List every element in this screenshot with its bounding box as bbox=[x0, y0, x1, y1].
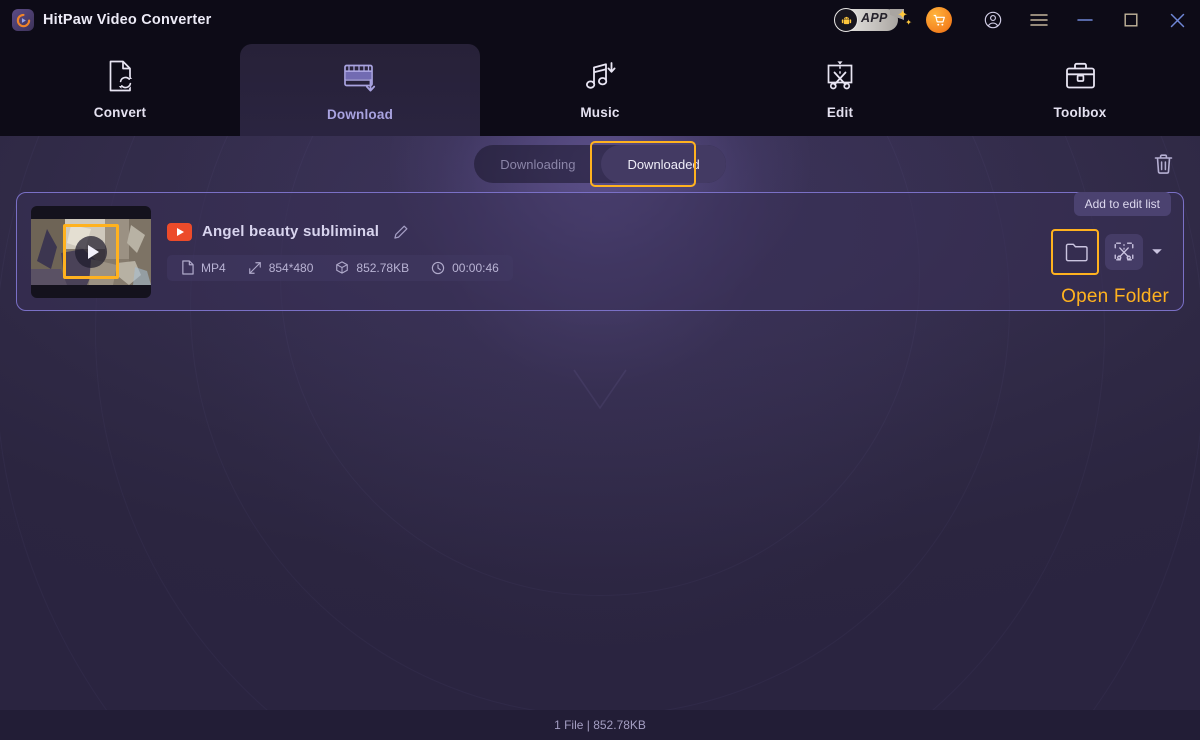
sub-tab-bar: Downloading Downloaded bbox=[0, 136, 1200, 192]
nav-item-toolbox[interactable]: Toolbox bbox=[960, 40, 1200, 136]
app-logo-group: HitPaw Video Converter bbox=[12, 9, 212, 31]
file-info: Angel beauty subliminal MP4 854*480 852.… bbox=[151, 222, 1057, 281]
minimize-icon[interactable] bbox=[1062, 0, 1108, 40]
meta-resolution-value: 854*480 bbox=[268, 260, 314, 275]
nav-label-download: Download bbox=[326, 106, 394, 122]
status-bar: 1 File | 852.78KB bbox=[0, 710, 1200, 740]
maximize-icon[interactable] bbox=[1108, 0, 1154, 40]
nav-label-toolbox: Toolbox bbox=[1053, 104, 1107, 120]
app-title: HitPaw Video Converter bbox=[43, 12, 212, 28]
app-badge-label: APP bbox=[861, 11, 888, 25]
tab-downloaded[interactable]: Downloaded bbox=[601, 145, 726, 183]
file-title: Angel beauty subliminal bbox=[202, 223, 380, 240]
nav-item-download[interactable]: Download bbox=[240, 44, 480, 136]
titlebar-actions: APP ✦ ✦ bbox=[834, 0, 1200, 40]
tab-downloading[interactable]: Downloading bbox=[474, 145, 601, 183]
youtube-icon bbox=[167, 222, 192, 241]
background-chevron bbox=[573, 369, 627, 410]
download-status-tabs: Downloading Downloaded bbox=[474, 141, 726, 187]
file-title-row: Angel beauty subliminal bbox=[167, 222, 1057, 241]
add-to-edit-list-button[interactable] bbox=[1105, 233, 1143, 270]
sparkle-small-icon: ✦ bbox=[905, 18, 912, 27]
downloaded-file-card[interactable]: Angel beauty subliminal MP4 854*480 852.… bbox=[16, 191, 1184, 311]
android-robot-icon bbox=[834, 8, 858, 32]
account-circle-icon[interactable] bbox=[970, 0, 1016, 40]
filesize-icon bbox=[336, 261, 349, 274]
add-to-edit-list-tooltip: Add to edit list bbox=[1073, 191, 1171, 216]
film-download-icon bbox=[343, 59, 378, 97]
app-window: HitPaw Video Converter APP ✦ ✦ Convert D… bbox=[0, 0, 1200, 740]
status-text: 1 File | 852.78KB bbox=[554, 718, 646, 732]
toolbox-icon bbox=[1064, 57, 1097, 95]
nav-label-edit: Edit bbox=[826, 104, 854, 120]
nav-label-music: Music bbox=[580, 104, 620, 120]
pencil-edit-icon[interactable] bbox=[393, 224, 409, 240]
content-area: Downloading Downloaded Angel beauty subl… bbox=[0, 136, 1200, 710]
nav-item-edit[interactable]: Edit bbox=[720, 40, 960, 136]
open-folder-annotation: Open Folder bbox=[1061, 286, 1169, 307]
hamburger-menu-icon[interactable] bbox=[1016, 0, 1062, 40]
nav-item-music[interactable]: Music bbox=[480, 40, 720, 136]
title-bar: HitPaw Video Converter APP ✦ ✦ bbox=[0, 0, 1200, 40]
meta-duration-value: 00:00:46 bbox=[452, 260, 499, 275]
hitpaw-logo-icon bbox=[12, 9, 34, 31]
resolution-icon bbox=[248, 261, 261, 274]
file-actions: Add to edit list bbox=[1051, 191, 1171, 275]
meta-format-value: MP4 bbox=[201, 260, 226, 275]
meta-filesize: 852.78KB bbox=[335, 260, 409, 275]
music-download-icon bbox=[583, 57, 617, 95]
trash-icon[interactable] bbox=[1148, 149, 1178, 179]
meta-resolution: 854*480 bbox=[248, 260, 314, 275]
video-thumbnail[interactable] bbox=[31, 205, 151, 298]
shopping-cart-icon[interactable] bbox=[926, 7, 952, 33]
close-icon[interactable] bbox=[1154, 0, 1200, 40]
meta-filesize-value: 852.78KB bbox=[356, 260, 410, 275]
file-icon bbox=[182, 260, 194, 275]
meta-duration: 00:00:46 bbox=[431, 261, 499, 275]
nav-label-convert: Convert bbox=[93, 104, 147, 120]
nav-item-convert[interactable]: Convert bbox=[0, 40, 240, 136]
convert-file-icon bbox=[104, 57, 137, 95]
scissors-crop-icon bbox=[823, 57, 857, 95]
meta-format: MP4 bbox=[181, 260, 226, 275]
open-folder-group bbox=[1051, 228, 1099, 275]
thumbnail-highlight bbox=[63, 223, 119, 279]
file-meta-chips: MP4 854*480 852.78KB 00:00:46 bbox=[167, 254, 513, 281]
main-nav: Convert Download Music Edit Toolbox bbox=[0, 40, 1200, 136]
clock-icon bbox=[431, 261, 445, 274]
chevron-down-icon[interactable] bbox=[1151, 243, 1163, 261]
folder-icon[interactable] bbox=[1057, 234, 1095, 270]
app-promo-badge[interactable]: APP ✦ ✦ bbox=[834, 7, 912, 33]
